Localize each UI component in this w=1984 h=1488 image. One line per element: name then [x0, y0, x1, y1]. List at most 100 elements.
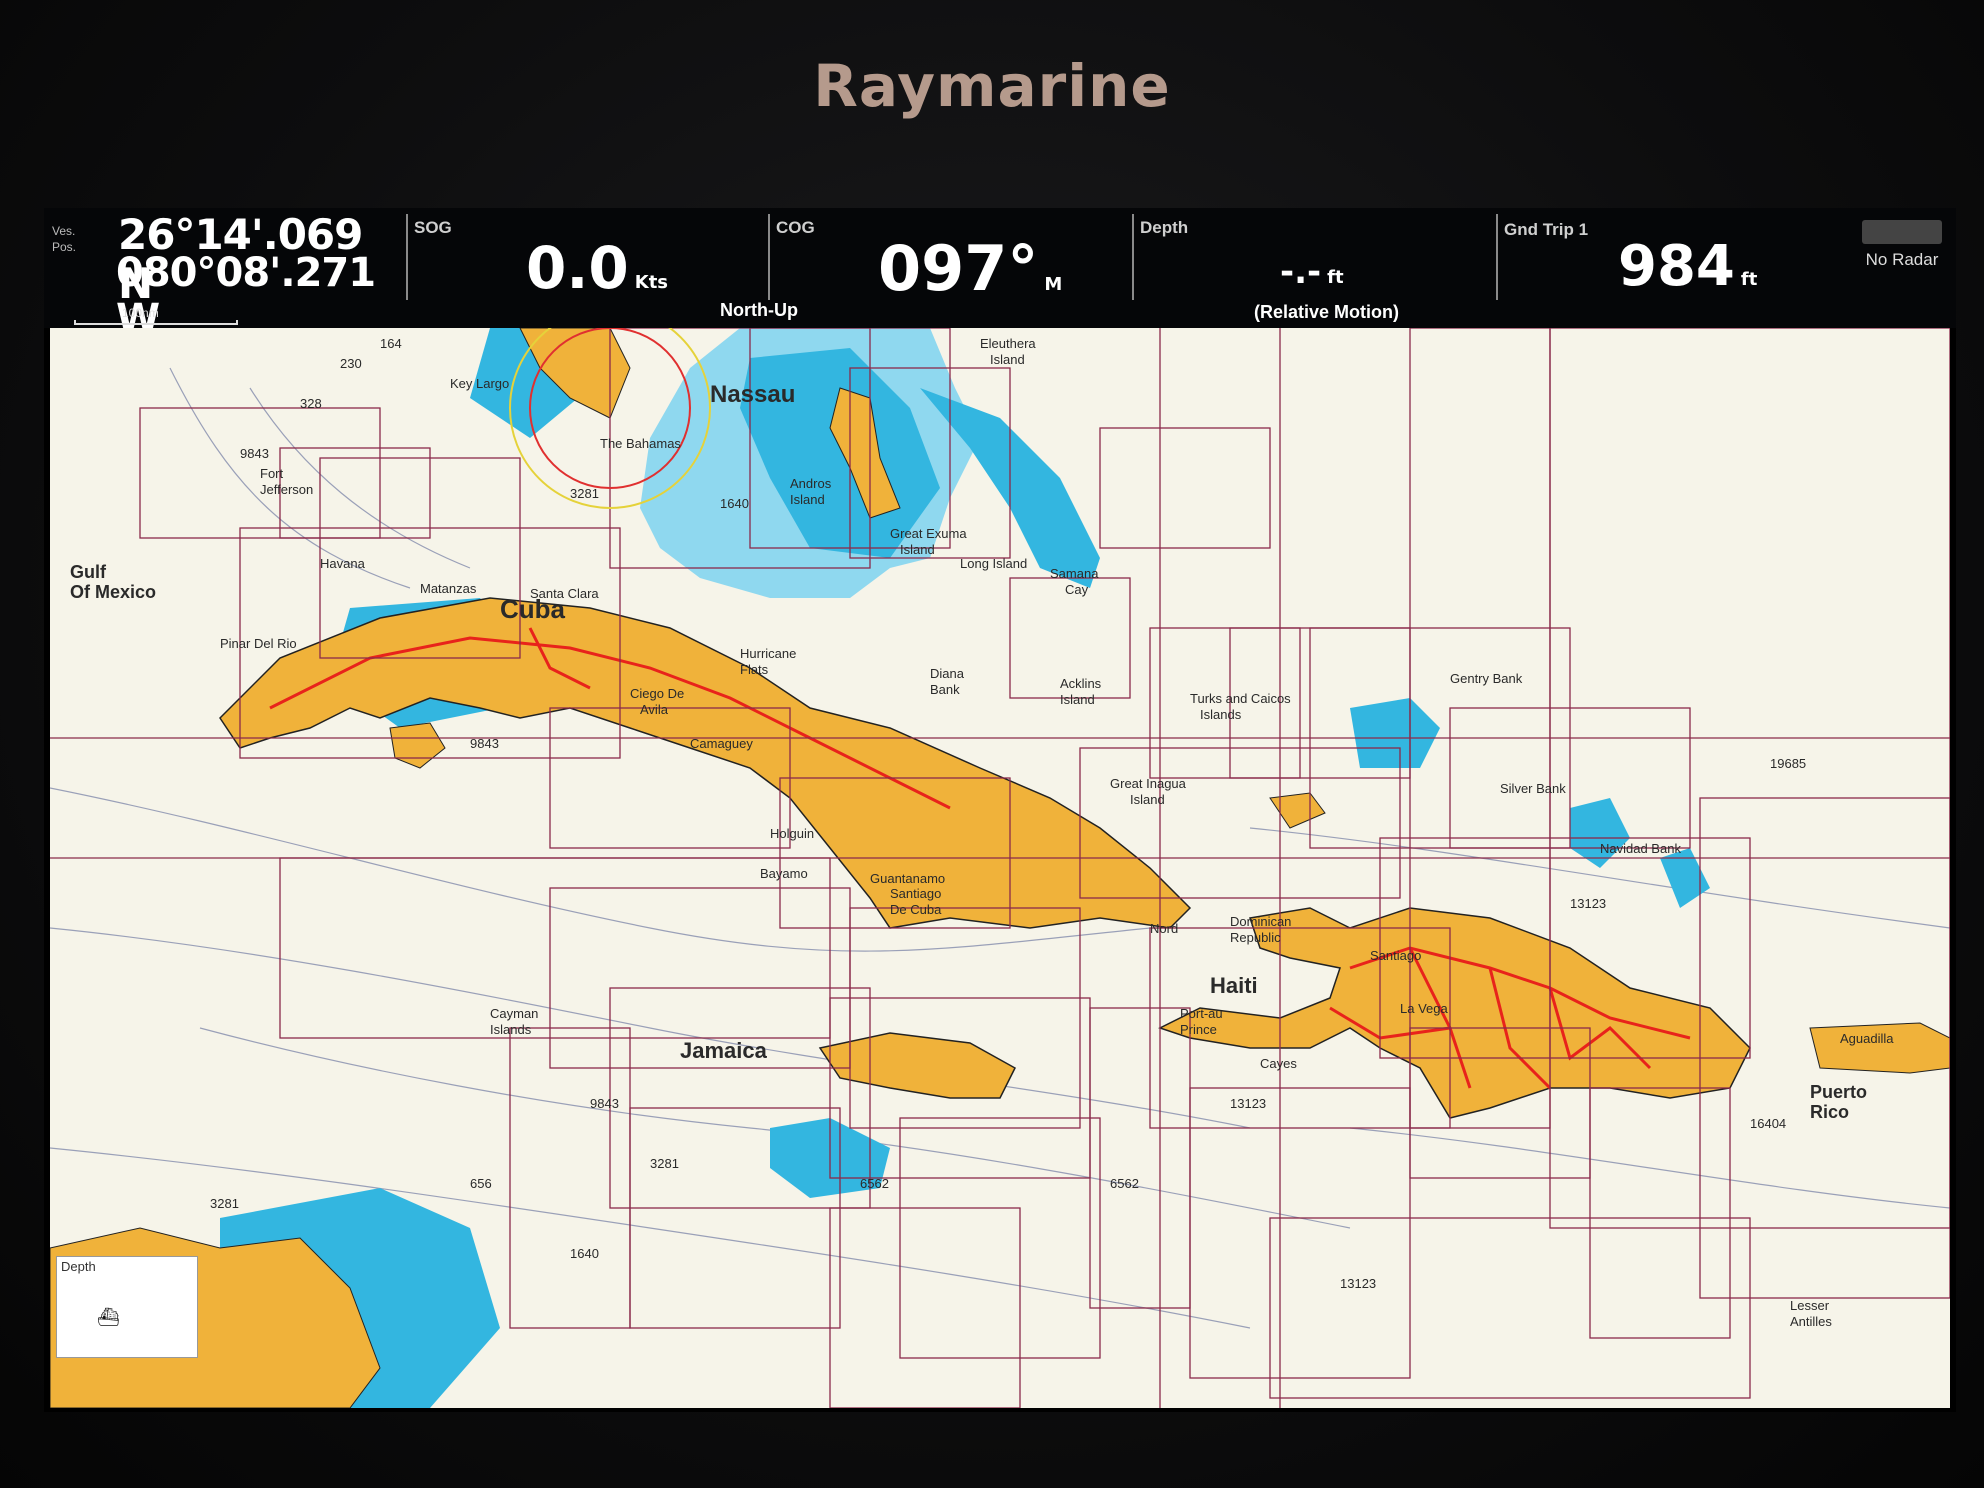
depth-sounding: 3281 [650, 1156, 679, 1171]
depth-sounding: 19685 [1770, 756, 1806, 771]
place-label-major: Of Mexico [70, 582, 156, 602]
depth-number: -.- [1280, 252, 1322, 292]
place-label-major: Puerto [1810, 1082, 1867, 1102]
cuba-land [219, 597, 1192, 929]
great-inagua-land [1269, 792, 1326, 829]
legend-boat-icon: ⛴ [97, 1307, 120, 1327]
place-label-major: Gulf [70, 562, 107, 582]
chart-cell-outline [829, 1207, 1021, 1408]
chart-cell-outline [899, 1117, 1101, 1359]
place-label-minor: Jefferson [260, 482, 313, 497]
place-label-minor: Republic [1230, 930, 1281, 945]
chart-cell-outline [509, 1027, 631, 1329]
turks-caicos-shallow [1350, 698, 1440, 768]
place-label-minor: Hurricane [740, 646, 796, 661]
cog-value: 097° M [878, 232, 1062, 305]
sog-value: 0.0 Kts [526, 234, 668, 302]
place-label-minor: Fort [260, 466, 284, 481]
depth-unit: ft [1327, 267, 1344, 288]
place-label-minor: Antilles [1790, 1314, 1832, 1329]
place-label-minor: Port-au [1180, 1006, 1223, 1021]
depth-sounding: 328 [300, 396, 322, 411]
place-label-minor: Nord [1150, 921, 1178, 936]
place-label-minor: Santiago [890, 886, 941, 901]
display-screen: Ves. Pos. 26°14'.069 N 080°08'.271 W 100… [44, 208, 1956, 1412]
position-cell[interactable]: Ves. Pos. 26°14'.069 N 080°08'.271 W 100… [44, 208, 376, 342]
place-label-minor: Eleuthera [980, 336, 1036, 351]
place-label-minor: Diana [930, 666, 965, 681]
depth-sounding: 13123 [1230, 1096, 1266, 1111]
depth-sounding: 16404 [1750, 1116, 1786, 1131]
place-label-major: Rico [1810, 1102, 1849, 1122]
cog-unit: M [1044, 274, 1063, 295]
trip-cell[interactable]: Gnd Trip 1 984 ft [1498, 208, 1798, 328]
navidad-bank [1660, 848, 1710, 908]
depth-cell[interactable]: Depth -.- ft (Relative Motion) [1134, 208, 1494, 328]
isla-de-la-juventud [389, 722, 446, 769]
place-label-minor: The Bahamas [600, 436, 681, 451]
place-label-minor: Aguadilla [1840, 1031, 1894, 1046]
chart-svg: CubaNassauHaitiJamaicaGulfOf MexicoPuert… [50, 328, 1950, 1408]
place-label-minor: De Cuba [890, 902, 942, 917]
depth-sounding: 230 [340, 356, 362, 371]
place-label-minor: Silver Bank [1500, 781, 1566, 796]
trip-number: 984 [1618, 234, 1735, 299]
data-bar: Ves. Pos. 26°14'.069 N 080°08'.271 W 100… [44, 208, 1956, 342]
nautical-chart[interactable]: Cuba Nassau Haiti Jamaica Gulf Of Mexico Puert… [50, 328, 1950, 1408]
depth-legend[interactable]: Depth ⛴ [56, 1256, 198, 1358]
depth-sounding: 13123 [1340, 1276, 1376, 1291]
place-label-minor: Ciego De [630, 686, 684, 701]
place-label-major: Nassau [710, 381, 795, 408]
place-label-minor: Island [1060, 692, 1095, 707]
place-label-minor: Santiago [1370, 948, 1421, 963]
cog-cell[interactable]: COG 097° M [770, 208, 1130, 328]
place-label-minor: Cayes [1260, 1056, 1297, 1071]
place-label-minor: Avila [640, 702, 669, 717]
depth-sounding: 3281 [210, 1196, 239, 1211]
place-label-minor: Cayman [490, 1006, 538, 1021]
depth-sounding: 9843 [240, 446, 269, 461]
chart-cell-outline [279, 857, 831, 1039]
jamaica-land [818, 1032, 1016, 1099]
place-label-minor: Gentry Bank [1450, 671, 1523, 686]
radar-icon [1862, 220, 1942, 244]
chart-cell-outline [1589, 1087, 1731, 1339]
place-label-minor: Prince [1180, 1022, 1217, 1037]
place-label-minor: Lesser [1790, 1298, 1830, 1313]
scale-label: 100nm [122, 306, 159, 320]
brand-logo: Raymarine [813, 52, 1171, 120]
depth-sounding: 1640 [570, 1246, 599, 1261]
depth-sounding: 3281 [570, 486, 599, 501]
place-label-minor: Havana [320, 556, 366, 571]
place-label-minor: Island [1130, 792, 1165, 807]
motion-mode[interactable]: (Relative Motion) [1254, 302, 1399, 323]
sog-unit: Kts [634, 272, 669, 293]
legend-title: Depth [61, 1259, 96, 1274]
place-label-minor: Holguin [770, 826, 814, 841]
trip-label: Gnd Trip 1 [1504, 220, 1589, 239]
depth-sounding: 9843 [590, 1096, 619, 1111]
sog-number: 0.0 [526, 234, 629, 302]
depth-sounding: 656 [470, 1176, 492, 1191]
depth-value: -.- ft [1280, 252, 1344, 292]
place-label-minor: Camaguey [690, 736, 753, 751]
place-label-minor: Bank [930, 682, 960, 697]
sog-label: SOG [414, 218, 452, 237]
place-label-minor: Key Largo [450, 376, 509, 391]
depth-contour-line [169, 367, 411, 589]
place-label-minor: Flats [740, 662, 769, 677]
place-label-minor: Guantanamo [870, 871, 945, 886]
chart-cell-outline [1189, 1087, 1411, 1379]
depth-sounding: 164 [380, 336, 402, 351]
radar-status[interactable]: No Radar [1862, 220, 1942, 270]
place-label-minor: Long Island [960, 556, 1027, 571]
place-label-minor: Samana [1050, 566, 1099, 581]
cog-number: 097° [878, 232, 1039, 305]
place-label-minor: Santa Clara [530, 586, 599, 601]
chart-cell-outline [1089, 1007, 1191, 1309]
place-label-minor: Cay [1065, 582, 1089, 597]
place-label-minor: Islands [1200, 707, 1242, 722]
place-label-minor: Great Inagua [1110, 776, 1187, 791]
place-label-minor: Matanzas [420, 581, 477, 596]
depth-contour-line [1349, 1127, 1950, 1209]
